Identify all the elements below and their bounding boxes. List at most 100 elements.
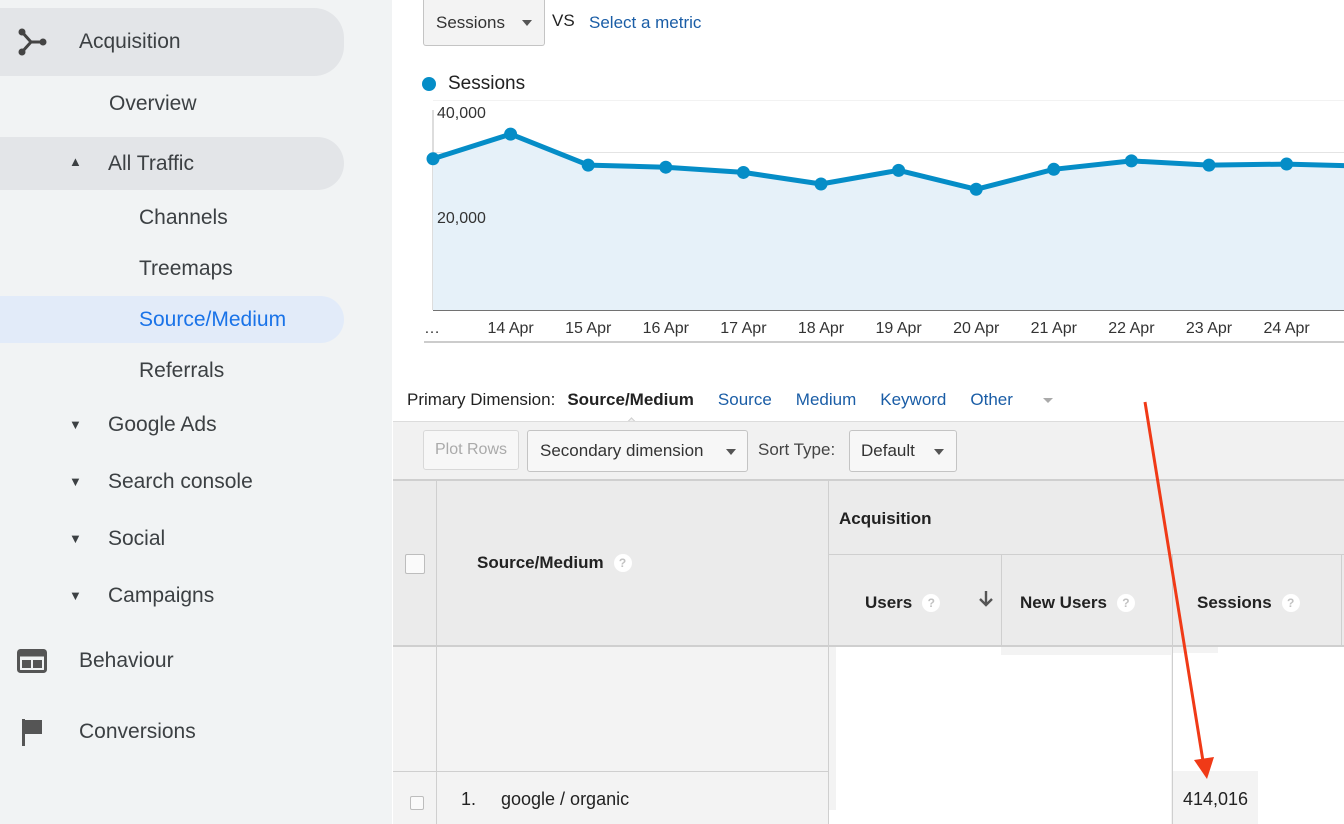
x-tick-label: 14 Apr [487,320,534,337]
sidebar-item-behaviour[interactable]: Behaviour [0,640,344,682]
chart-point[interactable] [1280,157,1294,171]
sidebar-label-behaviour: Behaviour [79,649,174,672]
chart-point[interactable] [659,160,673,174]
collapsed-triangle-icon: ▼ [69,531,82,546]
chart-point[interactable] [814,177,828,191]
sidebar-label-social: Social [108,527,166,550]
sidebar-label-campaigns: Campaigns [108,584,215,607]
sidebar-label-treemaps: Treemaps [139,257,233,280]
divider [1001,555,1002,647]
sort-descending-icon[interactable] [978,589,994,614]
sidebar-item-campaigns[interactable]: ▼ Campaigns [0,576,344,616]
x-tick-label: 18 Apr [798,320,845,337]
sidebar-label-referrals: Referrals [139,359,225,382]
behaviour-icon [16,645,48,677]
acquisition-icon [16,26,48,58]
divider [436,647,437,824]
column-group-acquisition: Acquisition [839,509,932,528]
sidebar-item-treemaps[interactable]: Treemaps [0,249,344,289]
dimension-source-medium[interactable]: Source/Medium [567,390,694,410]
sidebar-item-channels[interactable]: Channels [0,198,344,238]
flag-icon [16,716,48,748]
sidebar-item-all-traffic[interactable]: ▲ All Traffic [0,137,344,190]
dimension-keyword[interactable]: Keyword [880,390,946,410]
x-tick-label: 15 Apr [565,320,612,337]
row-checkbox[interactable] [410,796,424,810]
sidebar-label-all-traffic: All Traffic [108,151,194,175]
chart-point[interactable] [736,165,750,179]
column-header-users[interactable]: Users ? [865,593,941,613]
chart-point[interactable] [969,182,983,196]
sidebar-label-source-medium: Source/Medium [139,307,287,331]
help-icon[interactable]: ? [1281,594,1300,612]
sidebar: Acquisition Overview ▲ All Traffic Chann… [0,0,392,824]
metric-select[interactable]: Sessions [423,0,545,46]
legend-label-sessions: Sessions [448,73,526,94]
metric-select-value: Sessions [436,12,505,32]
x-tick-label: 24 Apr [1263,320,1310,337]
x-tick-label: … [424,320,440,337]
sidebar-label-acquisition: Acquisition [79,30,181,53]
chart-point[interactable] [1124,154,1138,168]
sidebar-item-referrals[interactable]: Referrals [0,351,344,391]
sidebar-item-search-console[interactable]: ▼ Search console [0,462,344,502]
chart-point[interactable] [426,152,440,166]
help-icon[interactable]: ? [922,594,941,612]
sessions-chart: 40,000 20,000 … 14 Apr 15 Apr 16 Apr 17 Apr 18… [424,100,1344,343]
collapsed-triangle-icon: ▼ [69,474,82,489]
chart-point[interactable] [1202,158,1216,172]
divider [828,647,829,824]
collapsed-triangle-icon: ▼ [69,417,82,432]
select-all-checkbox[interactable] [405,554,425,574]
sidebar-item-google-ads[interactable]: ▼ Google Ads [0,405,344,445]
sidebar-item-conversions[interactable]: Conversions [0,711,344,753]
primary-dimension-label: Primary Dimension: [407,390,556,409]
row-source-medium-link[interactable]: google / organic [501,789,629,810]
divider [436,481,437,647]
vs-label: VS [552,11,575,30]
chart-point[interactable] [1047,162,1061,176]
column-label-source-medium: Source/Medium [477,553,604,572]
divider [828,481,829,647]
x-tick-label: 16 Apr [643,320,690,337]
x-tick-label: 21 Apr [1031,320,1078,337]
chart-point[interactable] [892,163,906,177]
expanded-triangle-icon: ▲ [69,154,82,169]
y-tick-label: 40,000 [437,105,486,122]
collapsed-triangle-icon: ▼ [69,588,82,603]
sort-type-select[interactable]: Default [849,430,957,472]
sidebar-item-source-medium[interactable]: Source/Medium [0,296,344,343]
primary-dimension-bar: Primary Dimension: Source/Medium Source … [407,390,1101,410]
sidebar-label-google-ads: Google Ads [108,413,217,436]
row-index: 1. [461,789,477,809]
chart-point[interactable] [581,158,595,172]
x-tick-label: 23 Apr [1186,320,1233,337]
sidebar-label-conversions: Conversions [79,720,196,743]
annotation-arrow-icon [1143,401,1214,779]
legend-dot-sessions [422,77,436,91]
column-header-source-medium[interactable]: Source/Medium ? [477,553,632,573]
dimension-other[interactable]: Other [970,390,1077,410]
sidebar-item-overview[interactable]: Overview [0,84,344,124]
secondary-dimension-select[interactable]: Secondary dimension [527,430,748,472]
select-metric-link[interactable]: Select a metric [589,13,701,33]
secondary-dimension-label: Secondary dimension [540,441,704,460]
x-tick-label: 22 Apr [1108,320,1155,337]
sidebar-item-acquisition[interactable]: Acquisition [0,8,344,76]
sidebar-item-social[interactable]: ▼ Social [0,519,344,559]
plot-rows-button[interactable]: Plot Rows [423,430,519,470]
dimension-source[interactable]: Source [718,390,772,410]
chevron-down-icon [522,20,532,26]
chart-point[interactable] [504,127,518,141]
dimension-medium[interactable]: Medium [796,390,856,410]
row-cell-background [828,647,836,810]
help-icon[interactable]: ? [613,554,632,572]
divider [1341,555,1342,647]
x-tick-label: 17 Apr [720,320,767,337]
column-label-new-users: New Users [1020,593,1107,612]
x-tick-label: 19 Apr [875,320,922,337]
divider [829,554,1344,555]
sidebar-label-search-console: Search console [108,470,253,493]
dimension-other-label: Other [970,390,1013,409]
x-tick-label: 20 Apr [953,320,1000,337]
